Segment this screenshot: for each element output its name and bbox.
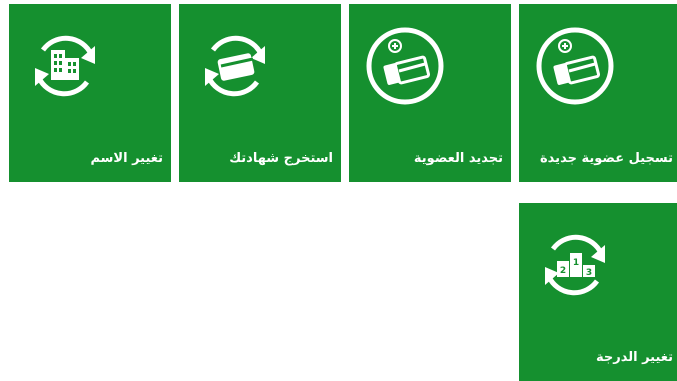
tile-change-name[interactable]: تغيير الاسم: [9, 4, 171, 182]
building-refresh-icon: [23, 24, 107, 108]
tile-label: استخرج شهادتك: [229, 151, 333, 166]
tile-label: تسجيل عضوية جديدة: [540, 151, 673, 166]
tile-label: تغيير الدرجة: [595, 350, 673, 365]
svg-text:1: 1: [573, 258, 579, 268]
tile-label: تجديد العضوية: [413, 151, 503, 166]
renew-membership-cards-icon: [363, 24, 447, 108]
tile-new-membership[interactable]: تسجيل عضوية جديدة: [519, 4, 677, 182]
new-membership-cards-icon: [533, 24, 617, 108]
tile-change-grade[interactable]: 2 1 3 تغيير الدرجة: [519, 203, 677, 381]
tile-renew-membership[interactable]: تجديد العضوية: [349, 4, 511, 182]
tile-certificate[interactable]: استخرج شهادتك: [179, 4, 341, 182]
podium-refresh-icon: 2 1 3: [533, 223, 617, 307]
svg-text:2: 2: [560, 266, 566, 276]
tile-label: تغيير الاسم: [90, 151, 163, 166]
svg-text:3: 3: [586, 268, 592, 278]
certificate-card-refresh-icon: [193, 24, 277, 108]
